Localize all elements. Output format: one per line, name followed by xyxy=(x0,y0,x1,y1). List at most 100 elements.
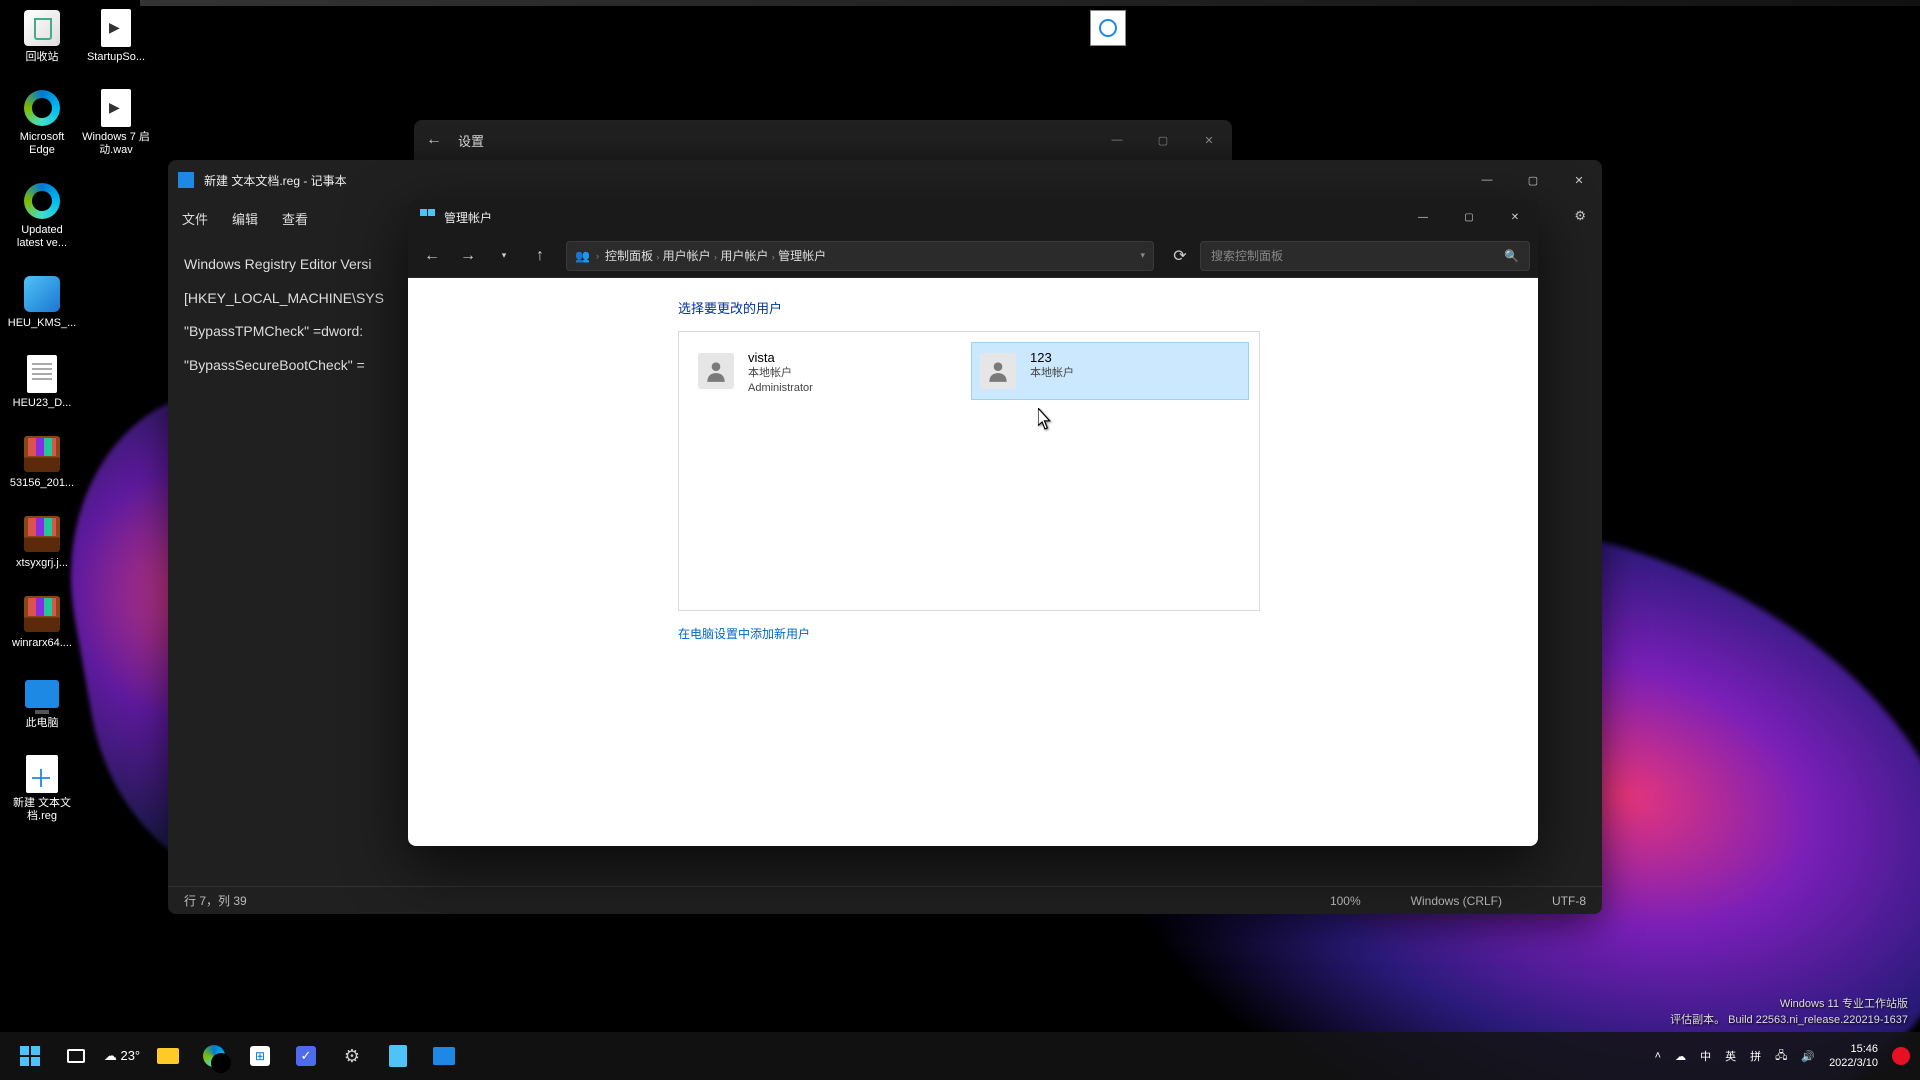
taskbar-notepad[interactable] xyxy=(378,1036,418,1076)
add-user-link[interactable]: 在电脑设置中添加新用户 xyxy=(678,625,1538,642)
desktop-icon-label: shutdown xyxy=(1074,46,1143,64)
settings-window[interactable]: ← 设置 ― ▢ ✕ xyxy=(414,120,1232,160)
desktop-icon-new-reg[interactable]: 新建 文本文档.reg xyxy=(6,754,78,823)
nav-history-button[interactable]: ▾ xyxy=(488,241,520,271)
user-card-vista[interactable]: vista本地帐户Administrator xyxy=(689,342,967,400)
close-button[interactable]: ✕ xyxy=(1556,161,1602,199)
cpanel-title: 管理帐户 xyxy=(444,209,492,226)
desktop-icon-win7-boot[interactable]: Windows 7 启动.wav xyxy=(80,88,152,157)
notepad-icon xyxy=(178,172,194,188)
tray-chevron-icon[interactable]: ˄ xyxy=(1655,1050,1661,1062)
status-encoding: UTF-8 xyxy=(1552,894,1586,908)
minimize-button[interactable]: ― xyxy=(1094,120,1140,160)
recycle-bin-icon xyxy=(24,10,60,46)
tray-network-icon[interactable]: 🖧 xyxy=(1775,1047,1787,1066)
desktop-icon-this-pc[interactable]: 此电脑 xyxy=(6,674,78,730)
desktop-icon-label: 此电脑 xyxy=(26,717,59,730)
status-eol: Windows (CRLF) xyxy=(1411,894,1502,908)
close-button[interactable]: ✕ xyxy=(1186,120,1232,160)
avatar-icon xyxy=(980,353,1016,389)
settings-icon[interactable]: ⚙ xyxy=(1574,208,1586,224)
ime-mode[interactable]: 拼 xyxy=(1750,1048,1761,1064)
edge-icon xyxy=(24,90,60,126)
taskbar-store[interactable]: ⊞ xyxy=(240,1036,280,1076)
desktop-icon-label: winrarx64.... xyxy=(12,637,72,650)
taskbar-settings[interactable]: ⚙ xyxy=(332,1036,372,1076)
desktop-icon-startup-sound[interactable]: StartupSo... xyxy=(80,8,152,64)
taskbar-todo[interactable]: ✓ xyxy=(286,1036,326,1076)
taskbar-control-panel[interactable] xyxy=(424,1036,464,1076)
chevron-down-icon[interactable]: ▾ xyxy=(1140,250,1145,261)
chevron-right-icon: › xyxy=(714,252,717,262)
desktop-icon-edge[interactable]: Microsoft Edge xyxy=(6,88,78,157)
menu-file[interactable]: 文件 xyxy=(182,209,208,228)
notepad-titlebar[interactable]: 新建 文本文档.reg - 记事本 ― ▢ ✕ xyxy=(168,160,1602,200)
heu-kms-icon xyxy=(24,276,60,312)
ime-lang[interactable]: 英 xyxy=(1725,1048,1736,1064)
nav-up-button[interactable]: ↑ xyxy=(524,241,556,271)
desktop-icon-label: Microsoft Edge xyxy=(7,131,77,157)
maximize-button[interactable]: ▢ xyxy=(1510,161,1556,199)
cpanel-titlebar[interactable]: 管理帐户 ― ▢ ✕ xyxy=(408,200,1538,234)
new-reg-icon xyxy=(26,755,58,793)
maximize-button[interactable]: ▢ xyxy=(1140,120,1186,160)
search-placeholder: 搜索控制面板 xyxy=(1211,247,1283,264)
taskbar-explorer[interactable] xyxy=(148,1036,188,1076)
desktop-icon-label: HEU23_D... xyxy=(13,397,72,410)
heu23-icon xyxy=(27,355,57,393)
settings-title: 设置 xyxy=(458,131,484,150)
breadcrumb-item[interactable]: 用户帐户 xyxy=(663,249,711,263)
desktop-icon-53156[interactable]: 53156_201... xyxy=(6,434,78,490)
notification-badge[interactable] xyxy=(1892,1047,1910,1065)
taskview-button[interactable] xyxy=(56,1036,96,1076)
breadcrumb-item[interactable]: 管理帐户 xyxy=(778,249,826,263)
user-role: Administrator xyxy=(748,381,813,396)
control-panel-window: 管理帐户 ― ▢ ✕ ← → ▾ ↑ 👥 › 控制面板 › 用户帐户 › 用户帐… xyxy=(408,200,1538,846)
back-button[interactable]: ← xyxy=(414,120,454,160)
taskbar[interactable]: ☁ 23° ⊞ ✓ ⚙ ˄ ☁ 中 英 拼 🖧 🔊 15:46 2022/3/1… xyxy=(0,1032,1920,1080)
maximize-button[interactable]: ▢ xyxy=(1446,200,1492,234)
desktop-icon-edge-updated[interactable]: Updated latest ve... xyxy=(6,181,78,250)
chevron-right-icon: › xyxy=(772,252,775,262)
menu-view[interactable]: 查看 xyxy=(282,209,308,228)
breadcrumb-item[interactable]: 用户帐户 xyxy=(720,249,768,263)
this-pc-icon xyxy=(25,680,59,708)
cpanel-navbar: ← → ▾ ↑ 👥 › 控制面板 › 用户帐户 › 用户帐户 › 管理帐户 ▾ … xyxy=(408,234,1538,278)
desktop-icon-xtsyxgrj[interactable]: xtsyxgrj.j... xyxy=(6,514,78,570)
tray-volume-icon[interactable]: 🔊 xyxy=(1801,1050,1815,1063)
taskbar-edge[interactable] xyxy=(194,1036,234,1076)
desktop-icon-shutdown[interactable]: shutdown xyxy=(1072,10,1144,64)
desktop-icon-label: 新建 文本文档.reg xyxy=(7,797,77,823)
breadcrumb-item[interactable]: 控制面板 xyxy=(605,249,653,263)
tray-onedrive-icon[interactable]: ☁ xyxy=(1675,1050,1686,1063)
weather-widget[interactable]: ☁ 23° xyxy=(102,1036,142,1076)
user-list: vista本地帐户Administrator123本地帐户 xyxy=(678,331,1260,611)
edge-updated-icon xyxy=(24,183,60,219)
chevron-right-icon: › xyxy=(596,251,599,261)
minimize-button[interactable]: ― xyxy=(1400,200,1446,234)
desktop-icon-recycle-bin[interactable]: 回收站 xyxy=(6,8,78,64)
start-button[interactable] xyxy=(10,1036,50,1076)
desktop-icon-label: 回收站 xyxy=(26,51,59,64)
nav-back-button[interactable]: ← xyxy=(416,241,448,271)
53156-icon xyxy=(24,436,60,472)
ime-indicator[interactable]: 中 xyxy=(1700,1048,1711,1064)
cpanel-body: 选择要更改的用户 vista本地帐户Administrator123本地帐户 在… xyxy=(408,278,1538,846)
chevron-right-icon: › xyxy=(656,252,659,262)
nav-forward-button[interactable]: → xyxy=(452,241,484,271)
status-zoom: 100% xyxy=(1330,894,1361,908)
winrarx64-icon xyxy=(24,596,60,632)
address-bar[interactable]: 👥 › 控制面板 › 用户帐户 › 用户帐户 › 管理帐户 ▾ xyxy=(566,241,1154,271)
desktop-icon-heu-kms[interactable]: HEU_KMS_... xyxy=(6,274,78,330)
minimize-button[interactable]: ― xyxy=(1464,161,1510,199)
desktop-icon-heu23[interactable]: HEU23_D... xyxy=(6,354,78,410)
taskbar-clock[interactable]: 15:46 2022/3/10 xyxy=(1829,1042,1878,1070)
menu-edit[interactable]: 编辑 xyxy=(232,209,258,228)
refresh-button[interactable]: ⟳ xyxy=(1164,241,1196,271)
search-input[interactable]: 搜索控制面板 🔍 xyxy=(1200,241,1530,271)
avatar-icon xyxy=(698,353,734,389)
desktop-icon-winrarx64[interactable]: winrarx64.... xyxy=(6,594,78,650)
close-button[interactable]: ✕ xyxy=(1492,200,1538,234)
win7-boot-icon xyxy=(101,89,131,127)
user-card-123[interactable]: 123本地帐户 xyxy=(971,342,1249,400)
